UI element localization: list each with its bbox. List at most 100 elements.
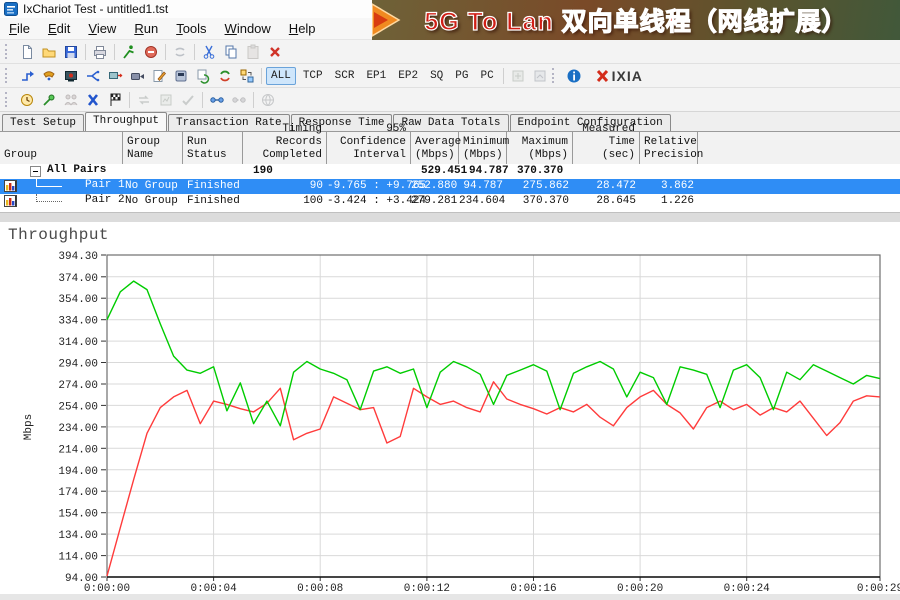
col-relative-precision[interactable]: Relative Precision <box>640 132 698 164</box>
pair-chart-icon <box>4 180 18 193</box>
filter-all[interactable]: ALL <box>266 67 296 85</box>
stop-test-icon[interactable] <box>140 42 162 62</box>
unlink-pair-icon[interactable] <box>228 90 250 110</box>
throughput-chart: 394.30374.00354.00334.00314.00294.00274.… <box>0 222 900 600</box>
table-row-all-pairs[interactable]: All Pairs 190 529.451 94.787 370.370 <box>0 164 900 179</box>
svg-text:254.00: 254.00 <box>58 401 98 413</box>
toolbar-grip[interactable] <box>552 68 558 83</box>
filter-tcp[interactable]: TCP <box>298 67 328 85</box>
paste-icon[interactable] <box>242 42 264 62</box>
pair-measured-time: 28.472 <box>573 179 640 194</box>
chart-title: Throughput <box>8 226 109 244</box>
new-test-icon[interactable] <box>16 42 38 62</box>
reload-icon[interactable] <box>169 42 191 62</box>
replay-icon[interactable] <box>192 66 214 86</box>
add-pair-icon[interactable] <box>16 66 38 86</box>
rerun-icon[interactable] <box>214 66 236 86</box>
svg-text:294.00: 294.00 <box>58 359 98 371</box>
add-multicast-group-icon[interactable] <box>82 66 104 86</box>
delete-icon[interactable] <box>264 42 286 62</box>
swap-endpoints-icon[interactable] <box>236 66 258 86</box>
add-video-pair-icon[interactable] <box>60 66 82 86</box>
promo-banner: 5G To Lan 双向单线程（网线扩展） <box>372 0 900 40</box>
filter-pg[interactable]: PG <box>450 67 473 85</box>
tab-test-setup[interactable]: Test Setup <box>2 114 84 131</box>
copy-icon[interactable] <box>220 42 242 62</box>
tree-connector <box>36 186 62 187</box>
svg-text:374.00: 374.00 <box>58 273 98 285</box>
group-minimum: 94.787 <box>459 164 507 179</box>
add-video-multicast-icon[interactable] <box>104 66 126 86</box>
table-row-pair-2[interactable]: Pair 2 No Group Finished 100 -3.424 : +3… <box>0 194 900 209</box>
open-test-icon[interactable] <box>38 42 60 62</box>
col-measured-time[interactable]: Measured Time (sec) <box>573 132 640 164</box>
menu-view[interactable]: View <box>79 19 125 38</box>
add-hardware-pair-icon[interactable] <box>170 66 192 86</box>
menu-run[interactable]: Run <box>125 19 167 38</box>
throughput-chart-panel: 394.30374.00354.00334.00314.00294.00274.… <box>0 222 900 600</box>
pair-name: Pair 1 <box>85 179 125 191</box>
group-maximum: 370.370 <box>507 164 573 179</box>
pair-average: 279.281 <box>411 194 459 209</box>
pair-maximum: 370.370 <box>507 194 573 209</box>
filter-scr[interactable]: SCR <box>330 67 360 85</box>
col-pair-group-name[interactable]: Pair Group Name <box>123 132 183 164</box>
cut-icon[interactable] <box>198 42 220 62</box>
filter-ep1[interactable]: EP1 <box>361 67 391 85</box>
col-confidence-interval[interactable]: 95% Confidence Interval <box>327 132 411 164</box>
link-pair-icon[interactable] <box>206 90 228 110</box>
table-row-pair-1[interactable]: Pair 1 No Group Finished 90 -9.765 : +9.… <box>0 179 900 194</box>
print-icon[interactable] <box>89 42 111 62</box>
svg-text:Mbps: Mbps <box>23 414 35 440</box>
add-voip-pair-icon[interactable] <box>38 66 60 86</box>
schedule-icon[interactable] <box>16 90 38 110</box>
ixia-x-icon[interactable] <box>82 90 104 110</box>
filter-ep2[interactable]: EP2 <box>393 67 423 85</box>
results-table-header: Group Pair Group Name Run Status Timing … <box>0 131 900 165</box>
ixchariot-window: IxChariot Test - untitled1.tst 5G To Lan… <box>0 0 900 600</box>
toolbar-grip[interactable] <box>5 44 11 59</box>
col-maximum[interactable]: Maximum (Mbps) <box>507 132 573 164</box>
connect-endpoint-icon[interactable] <box>38 90 60 110</box>
col-run-status[interactable]: Run Status <box>183 132 243 164</box>
save-test-icon[interactable] <box>60 42 82 62</box>
filter-sq[interactable]: SQ <box>425 67 448 85</box>
menu-edit[interactable]: Edit <box>39 19 79 38</box>
toolbar-standard <box>0 40 900 64</box>
toolbar-grip[interactable] <box>5 68 11 83</box>
toolbar-grip[interactable] <box>5 92 11 107</box>
add-vod-pair-icon[interactable] <box>126 66 148 86</box>
col-timing-records[interactable]: Timing Records Completed <box>243 132 327 164</box>
web-icon[interactable] <box>257 90 279 110</box>
verify-icon[interactable] <box>177 90 199 110</box>
collapse-toggle-icon[interactable] <box>30 166 41 177</box>
menu-help[interactable]: Help <box>280 19 325 38</box>
window-title: IxChariot Test - untitled1.tst <box>23 2 168 16</box>
menu-tools[interactable]: Tools <box>167 19 215 38</box>
export-icon[interactable] <box>507 66 529 86</box>
results-icon[interactable] <box>155 90 177 110</box>
menu-file[interactable]: File <box>0 19 39 38</box>
group-name: All Pairs <box>47 164 106 176</box>
svg-text:114.00: 114.00 <box>58 552 98 564</box>
run-test-icon[interactable] <box>118 42 140 62</box>
tab-throughput[interactable]: Throughput <box>85 112 167 131</box>
tab-raw-data-totals[interactable]: Raw Data Totals <box>393 114 508 131</box>
group-endpoints-icon[interactable] <box>60 90 82 110</box>
col-average[interactable]: Average (Mbps) <box>411 132 459 164</box>
banner-text: 5G To Lan 双向单线程（网线扩展） <box>424 2 847 38</box>
menu-window[interactable]: Window <box>216 19 280 38</box>
splitter[interactable] <box>0 212 900 222</box>
col-group[interactable]: Group <box>0 132 123 164</box>
pair-records: 90 <box>243 179 327 194</box>
compare-icon[interactable] <box>133 90 155 110</box>
col-minimum[interactable]: Minimum (Mbps) <box>459 132 507 164</box>
toolbar-test <box>0 88 900 112</box>
filter-pc[interactable]: PC <box>475 67 498 85</box>
import-icon[interactable] <box>529 66 551 86</box>
about-info-icon[interactable] <box>563 66 585 86</box>
finish-flag-icon[interactable] <box>104 90 126 110</box>
svg-text:174.00: 174.00 <box>58 487 98 499</box>
edit-item-icon[interactable] <box>148 66 170 86</box>
svg-text:194.00: 194.00 <box>58 466 98 478</box>
